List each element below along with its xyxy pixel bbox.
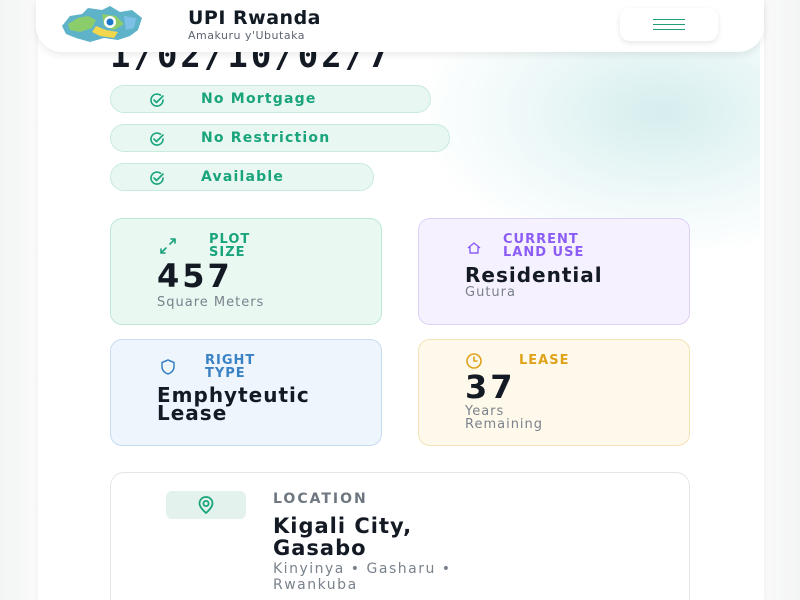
brand-title: UPI Rwanda — [188, 7, 321, 29]
right-type-value-line2: Lease — [157, 401, 228, 425]
status-badge-label: Available — [201, 169, 285, 185]
menu-button[interactable] — [620, 8, 718, 41]
land-use-card: CURRENT LAND USE Residential Gutura — [418, 218, 690, 325]
location-icon-box — [166, 491, 246, 519]
plot-size-card: PLOT SIZE 457 Square Meters — [110, 218, 382, 325]
map-pin-icon — [198, 496, 214, 515]
status-badge-no-restriction: No Restriction — [110, 124, 450, 152]
shield-icon — [161, 359, 175, 375]
location-city-line1: Kigali City, — [273, 514, 413, 538]
home-icon — [467, 242, 481, 254]
location-detail-line1: Kinyinya • Gasharu • — [273, 561, 452, 577]
circle-check-icon — [150, 93, 164, 107]
plot-size-unit: Square Meters — [157, 295, 265, 310]
land-use-value: Residential — [465, 263, 603, 287]
status-badge-label: No Mortgage — [201, 91, 317, 107]
plot-size-value: 457 — [157, 257, 233, 295]
location-detail: Kinyinya • Gasharu • Rwankuba — [273, 561, 573, 593]
location-city-line2: Gasabo — [273, 536, 367, 560]
right-type-card: RIGHT TYPE Emphyteutic Lease — [110, 339, 382, 446]
location-detail-line2: Rwankuba — [273, 577, 358, 593]
location-city: Kigali City, Gasabo — [273, 515, 573, 559]
status-badge-available: Available — [110, 163, 374, 191]
app-header: UPI Rwanda Amakuru y'Ubutaka — [36, 0, 764, 52]
lease-card: LEASE 37 Years Remaining — [418, 339, 690, 446]
lease-value: 37 — [465, 368, 516, 406]
brand-subtitle: Amakuru y'Ubutaka — [188, 29, 305, 42]
lease-sub-line2: Remaining — [465, 417, 544, 432]
land-use-sub: Gutura — [465, 285, 516, 300]
decorative-glow — [430, 20, 760, 250]
expand-arrows-icon — [160, 238, 176, 254]
status-badge-label: No Restriction — [201, 130, 331, 146]
lease-label: LEASE — [519, 353, 570, 368]
hamburger-icon — [653, 18, 685, 31]
location-card: LOCATION Kigali City, Gasabo Kinyinya • … — [110, 472, 690, 600]
land-use-label-line2: LAND USE — [503, 245, 585, 260]
right-type-label-line2: TYPE — [205, 366, 246, 381]
status-badge-no-mortgage: No Mortgage — [110, 85, 431, 113]
circle-check-icon — [150, 132, 164, 146]
rwanda-map-logo-icon[interactable] — [58, 4, 144, 44]
circle-check-icon — [150, 171, 164, 185]
location-label: LOCATION — [273, 491, 368, 507]
